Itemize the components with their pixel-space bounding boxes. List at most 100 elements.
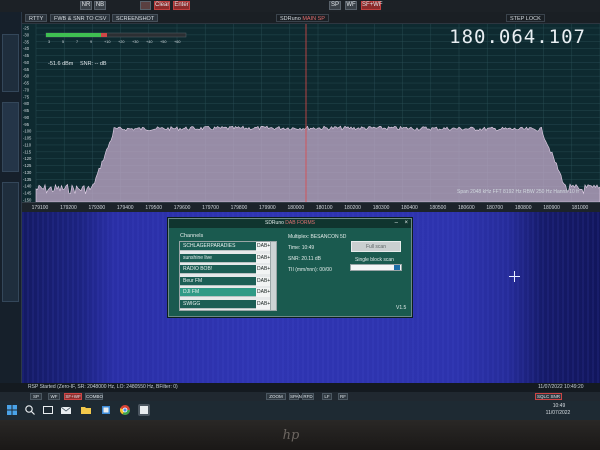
sdruno-icon[interactable] (138, 404, 150, 416)
left-panel-block (2, 102, 19, 172)
chrome-icon[interactable] (119, 404, 131, 416)
combo-mode-button[interactable]: COMBO (85, 393, 103, 400)
sf-wf-mode-button[interactable]: SF+WF (64, 393, 82, 400)
y-tick-label: -115 (23, 149, 32, 154)
step-lock-button[interactable]: STEP LOCK (506, 14, 545, 22)
frequency-readout[interactable]: 180.064.107 (449, 26, 586, 48)
y-tick-label: -80 (23, 101, 30, 106)
x-tick-label: 179600 (173, 205, 191, 211)
rfd-button[interactable]: RFD (302, 393, 314, 400)
status-bar: RSP Started (Zero-IF, SR: 2048000 Hz, LO… (0, 383, 600, 392)
screenshot-button[interactable]: SCREENSHOT (112, 14, 159, 22)
meter-scale-label: 9 (90, 40, 92, 44)
y-tick-label: -30 (23, 32, 30, 37)
spectrum-plot[interactable]: -25-30 -35 -40 -45 -50 -55 -60 -65-70 -75 -80 -85 -… (22, 24, 600, 202)
y-tick-label: -55 (23, 67, 30, 72)
x-tick-label: 180500 (429, 205, 447, 211)
nb-button[interactable]: NB (94, 1, 106, 10)
minimize-icon[interactable]: – (395, 219, 398, 228)
block-select[interactable] (350, 264, 402, 271)
enter-button[interactable]: Enter (173, 1, 190, 10)
left-panel (0, 12, 22, 392)
meter-scale-label: +60 (174, 40, 180, 44)
clear-button[interactable]: Clear (154, 1, 170, 10)
channel-row[interactable]: RADIO BOB! DAB+ (180, 265, 276, 275)
dropdown-check-icon[interactable] (394, 265, 400, 270)
x-tick-label: 180800 (514, 205, 532, 211)
mouse-cursor (509, 271, 520, 282)
mail-icon[interactable] (60, 404, 72, 416)
windows-start-icon[interactable] (6, 404, 18, 416)
channel-name: SWIGG (183, 301, 201, 307)
x-tick-label: 180100 (315, 205, 333, 211)
lf-button[interactable]: LF (322, 393, 332, 400)
x-tick-label: 180200 (344, 205, 361, 211)
y-tick-label: -65 (23, 81, 30, 86)
x-tick-label: 180400 (401, 205, 418, 211)
folder-icon[interactable] (80, 404, 92, 416)
y-tick-label: -110 (23, 142, 32, 147)
dialog-title-bar[interactable]: SDRuno DAB FORMS (169, 219, 411, 228)
dialog-subtitle: DAB FORMS (285, 220, 316, 226)
channel-row[interactable]: sunshine live DAB+ (180, 253, 276, 263)
signal-meter-level (46, 33, 101, 37)
channel-type: DAB+ (256, 300, 271, 309)
channel-type: DAB+ (256, 253, 271, 263)
y-tick-label: -70 (23, 87, 30, 92)
rtty-tab[interactable]: RTTY (25, 14, 48, 22)
csv-export-button[interactable]: FWB & SNR TO CSV (50, 14, 111, 22)
wf-mode-button[interactable]: WF (48, 393, 60, 400)
wf-button[interactable]: WF (345, 1, 357, 10)
dab-dialog: SDRuno DAB FORMS – × Channels SWIGG DAB+ D… (168, 218, 412, 317)
full-scan-button[interactable]: Full scan (351, 241, 401, 252)
step-lock-label: STEP LOCK (510, 16, 541, 22)
channel-row[interactable]: DJI FM DAB+ (180, 288, 276, 298)
channel-type: DAB+ (256, 265, 271, 275)
channel-type: DAB+ (256, 288, 271, 298)
y-tick-label: -75 (23, 94, 30, 99)
y-tick-label: -135 (23, 177, 32, 182)
multiplex-label: Multiplex: BESANCON 5D (288, 234, 347, 240)
mute-button[interactable] (140, 1, 151, 10)
sp-button[interactable]: SP (329, 1, 341, 10)
nr-button[interactable]: NR (80, 1, 92, 10)
y-tick-label: -125 (23, 163, 32, 168)
y-tick-label: -85 (23, 108, 30, 113)
taskbar-time[interactable]: 10:49 (548, 403, 570, 409)
channel-row[interactable]: SWIGG DAB+ (180, 300, 276, 309)
zoom-button[interactable]: ZOOM (266, 393, 286, 400)
task-view-icon[interactable] (42, 404, 54, 416)
nr-label: NR (81, 2, 91, 8)
channel-row[interactable]: Beur FM DAB+ (180, 276, 276, 286)
file-explorer-icon[interactable] (100, 404, 112, 416)
channel-name: RADIO BOB! (183, 266, 213, 273)
channel-list[interactable]: SWIGG DAB+ DJI FM DAB+ Beur FM DAB+ RADIO BOB!… (179, 241, 277, 311)
enter-label: Enter (174, 2, 189, 8)
y-tick-label: -35 (23, 39, 30, 44)
frequency-axis[interactable]: 179100 179200 179300 179400 179500 179600 1797… (22, 202, 600, 212)
y-tick-label: -25 (23, 26, 30, 31)
x-tick-label: 179100 (31, 205, 49, 211)
sf-wf-button[interactable]: SF+WF (361, 1, 383, 10)
span-button[interactable]: SPAN (289, 393, 302, 400)
app-name: SDRuno (280, 16, 301, 22)
y-tick-label: -60 (23, 74, 30, 79)
y-tick-label: -120 (23, 156, 32, 161)
taskbar-date[interactable]: 11/07/2022 (544, 410, 572, 416)
sqlc-snr-button[interactable]: SQLC SNR (535, 393, 562, 400)
channel-type: DAB+ (256, 242, 271, 251)
channel-row[interactable]: SCHLAGERPARADIES DAB+ (180, 242, 276, 251)
rf-button[interactable]: RF (338, 393, 348, 400)
x-tick-label: 180900 (543, 205, 560, 211)
menu-bar: NR NB Clear Enter SP WF SF+WF (0, 0, 600, 12)
meter-scale: 3 5 7 9 +10 +20 +30 +40 +50 +60 (48, 40, 180, 44)
transport-bar: SP WF SF+WF COMBO ZOOM SPAN RFD LF RF (0, 392, 600, 401)
search-icon[interactable] (24, 404, 36, 416)
y-tick-label: -140 (23, 184, 32, 189)
status-message: RSP Started (Zero-IF, SR: 2048000 Hz, LO… (28, 384, 178, 390)
signal-meter-peak (101, 33, 107, 37)
close-icon[interactable]: × (404, 219, 408, 228)
channel-list-scrollbar[interactable] (270, 242, 276, 310)
sp-mode-button[interactable]: SP (30, 393, 42, 400)
left-panel-block (2, 182, 19, 302)
